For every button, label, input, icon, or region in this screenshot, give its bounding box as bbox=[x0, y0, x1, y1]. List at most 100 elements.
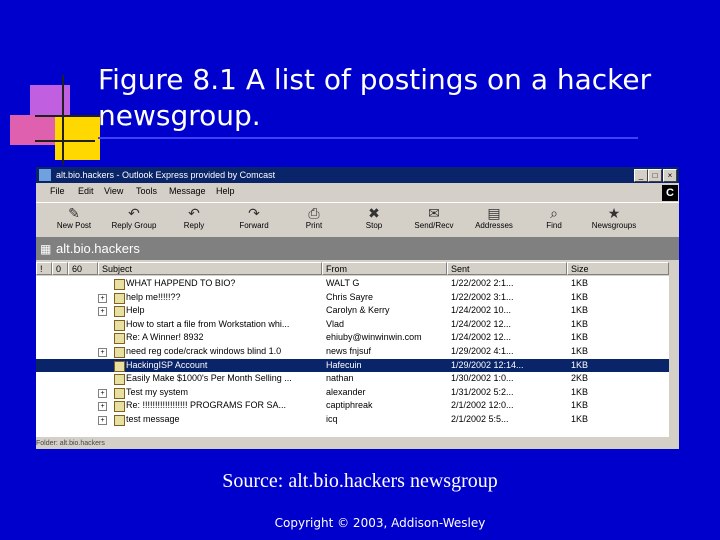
message-row[interactable]: + test message icq 2/1/2002 5:5... 1KB bbox=[36, 413, 679, 427]
message-sent: 1/22/2002 2:1... bbox=[451, 278, 514, 288]
message-from: icq bbox=[326, 414, 338, 424]
toolbar-button-label: Newsgroups bbox=[591, 221, 637, 230]
toolbar-button-label: Find bbox=[546, 221, 562, 230]
message-row[interactable]: + Re: !!!!!!!!!!!!!!!!!! PROGRAMS FOR SA.… bbox=[36, 399, 679, 413]
message-subject: test message bbox=[126, 414, 180, 424]
message-sent: 1/22/2002 3:1... bbox=[451, 291, 514, 302]
close-button[interactable]: × bbox=[663, 169, 677, 182]
toolbar-button-label: Print bbox=[305, 221, 323, 230]
message-row[interactable]: Easily Make $1000's Per Month Selling ..… bbox=[36, 372, 679, 386]
message-icon bbox=[114, 360, 125, 372]
message-size: 1KB bbox=[571, 278, 589, 288]
folder-icon: ▦ bbox=[40, 242, 52, 256]
reply-icon: ↶ bbox=[188, 205, 200, 221]
message-subject: HackingISP Account bbox=[126, 359, 208, 370]
window-titlebar: alt.bio.hackers - Outlook Express provid… bbox=[36, 167, 679, 183]
source-caption: Source: alt.bio.hackers newsgroup bbox=[222, 470, 498, 492]
message-row[interactable]: + help me!!!!!?? Chris Sayre 1/22/2002 3:1.… bbox=[36, 291, 679, 305]
column-priority[interactable]: ! bbox=[36, 262, 52, 275]
message-row[interactable]: WHAT HAPPEND TO BIO? WALT G 1/22/2002 2:1.… bbox=[36, 277, 679, 291]
message-icon bbox=[114, 319, 125, 331]
folder-name[interactable]: alt.bio.hackers bbox=[56, 241, 140, 256]
toolbar-button-label: Forward bbox=[239, 221, 269, 230]
window-title: alt.bio.hackers - Outlook Express provid… bbox=[56, 170, 276, 180]
expand-thread-icon[interactable]: + bbox=[98, 293, 107, 303]
message-row[interactable]: + Test my system alexander 1/31/2002 5:2...… bbox=[36, 386, 679, 400]
outlook-window: alt.bio.hackers - Outlook Express provid… bbox=[36, 167, 679, 449]
menu-file[interactable]: File bbox=[50, 186, 65, 196]
toolbar-button-find[interactable]: ⌕ Find bbox=[524, 205, 584, 235]
minimize-button[interactable]: _ bbox=[634, 169, 648, 182]
toolbar-button-print[interactable]: ⎙ Print bbox=[284, 205, 344, 235]
column-watch[interactable]: 60 bbox=[68, 262, 98, 275]
message-from: nathan bbox=[326, 373, 354, 384]
message-row[interactable]: HackingISP Account Hafecuin 1/29/2002 12:1… bbox=[36, 358, 679, 373]
toolbar-button-reply-group[interactable]: ↶ Reply Group bbox=[104, 205, 164, 235]
message-size: 1KB bbox=[571, 346, 589, 356]
message-sent: 2/1/2002 12:0... bbox=[451, 400, 514, 411]
message-sent: 1/30/2002 1:0... bbox=[451, 373, 514, 384]
expand-thread-icon[interactable]: + bbox=[98, 307, 107, 317]
message-row[interactable]: How to start a file from Workstation whi… bbox=[36, 318, 679, 332]
message-row[interactable]: + need reg code/crack windows blind 1.0 ne… bbox=[36, 345, 679, 359]
column-size[interactable]: Size bbox=[567, 262, 669, 275]
toolbar-button-label: Reply bbox=[183, 221, 205, 230]
newsgroups-icon: ★ bbox=[607, 205, 621, 221]
toolbar-button-newsgroups[interactable]: ★ Newsgroups bbox=[584, 205, 644, 235]
message-size: 1KB bbox=[571, 291, 589, 302]
message-size: 1KB bbox=[571, 318, 589, 329]
message-icon bbox=[114, 333, 125, 345]
message-size: 2KB bbox=[571, 373, 589, 384]
message-icon bbox=[114, 401, 125, 413]
message-sent: 1/29/2002 12:14... bbox=[451, 359, 524, 370]
column-subject[interactable]: Subject bbox=[98, 262, 322, 275]
toolbar-button-label: Stop bbox=[365, 221, 383, 230]
message-sent: 2/1/2002 5:5... bbox=[451, 414, 509, 424]
expand-thread-icon[interactable]: + bbox=[98, 402, 107, 412]
message-size: 1KB bbox=[571, 414, 589, 424]
toolbar-button-label: Reply Group bbox=[111, 221, 157, 230]
message-row[interactable]: + Help Carolyn & Kerry 1/24/2002 10... 1KB bbox=[36, 304, 679, 318]
menu-tools[interactable]: Tools bbox=[136, 186, 157, 196]
message-from: news fnjsuf bbox=[326, 346, 372, 356]
message-from: ehiuby@winwinwin.com bbox=[326, 332, 422, 343]
message-sent: 1/24/2002 12... bbox=[451, 332, 512, 343]
toolbar-button-label: New Post bbox=[56, 221, 92, 230]
send-receive-icon: ✉ bbox=[428, 205, 440, 221]
new-post-icon: ✎ bbox=[68, 205, 80, 221]
maximize-button[interactable]: □ bbox=[648, 169, 662, 182]
column-attachment[interactable]: 0 bbox=[52, 262, 68, 275]
message-sent: 1/31/2002 5:2... bbox=[451, 386, 514, 397]
message-sent: 1/24/2002 10... bbox=[451, 305, 512, 316]
toolbar-button-addresses[interactable]: ▤ Addresses bbox=[464, 205, 524, 235]
decor-line-horizontal-2 bbox=[35, 140, 95, 142]
toolbar-button-forward[interactable]: ↷ Forward bbox=[224, 205, 284, 235]
menu-message[interactable]: Message bbox=[169, 186, 206, 196]
menu-view[interactable]: View bbox=[104, 186, 123, 196]
toolbar-button-send-recv[interactable]: ✉ Send/Recv bbox=[404, 205, 464, 235]
expand-thread-icon[interactable]: + bbox=[98, 416, 107, 425]
toolbar-button-stop[interactable]: ✖ Stop bbox=[344, 205, 404, 235]
vertical-scrollbar[interactable] bbox=[669, 262, 679, 437]
column-sent[interactable]: Sent bbox=[447, 262, 567, 275]
message-subject: need reg code/crack windows blind 1.0 bbox=[126, 346, 282, 356]
message-row[interactable]: Re: A Winner! 8932 ehiuby@winwinwin.com 1/… bbox=[36, 331, 679, 345]
message-from: Hafecuin bbox=[326, 359, 362, 370]
decor-line-vertical bbox=[62, 75, 64, 165]
toolbar-button-reply[interactable]: ↶ Reply bbox=[164, 205, 224, 235]
folder-bar: ▦ alt.bio.hackers bbox=[36, 238, 679, 260]
message-size: 1KB bbox=[571, 305, 589, 316]
message-size: 1KB bbox=[571, 359, 589, 370]
print-icon: ⎙ bbox=[308, 205, 320, 221]
menu-help[interactable]: Help bbox=[216, 186, 235, 196]
expand-thread-icon[interactable]: + bbox=[98, 348, 107, 357]
expand-thread-icon[interactable]: + bbox=[98, 388, 107, 398]
message-from: alexander bbox=[326, 386, 366, 397]
reply-group-icon: ↶ bbox=[128, 205, 140, 221]
message-from: Carolyn & Kerry bbox=[326, 305, 390, 316]
message-sent: 1/29/2002 4:1... bbox=[451, 346, 514, 356]
toolbar-button-new-post[interactable]: ✎ New Post bbox=[44, 205, 104, 235]
column-from[interactable]: From bbox=[322, 262, 447, 275]
menu-edit[interactable]: Edit bbox=[78, 186, 94, 196]
message-subject: Re: !!!!!!!!!!!!!!!!!! PROGRAMS FOR SA..… bbox=[126, 400, 287, 411]
